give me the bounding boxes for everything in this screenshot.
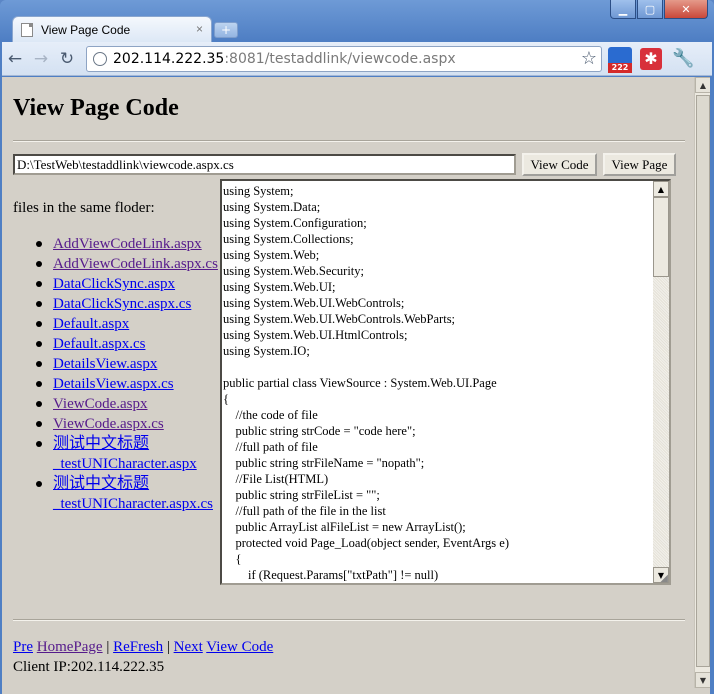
list-item: 测试中文标题 _testUNICharacter.aspx.cs bbox=[13, 474, 223, 514]
list-item: DataClickSync.aspx bbox=[13, 274, 223, 294]
file-link-line1: 测试中文标题 bbox=[53, 435, 150, 452]
file-link-line2: _testUNICharacter.aspx bbox=[53, 456, 197, 472]
top-divider bbox=[13, 140, 685, 142]
new-tab-button[interactable]: + bbox=[214, 22, 238, 38]
file-link[interactable]: AddViewCodeLink.aspx bbox=[53, 236, 202, 252]
minimize-button[interactable]: ▁ bbox=[610, 0, 636, 19]
file-link-unicode[interactable]: 测试中文标题 _testUNICharacter.aspx bbox=[53, 435, 197, 472]
footer-nav: Pre HomePage | ReFresh | Next View Code bbox=[13, 639, 273, 656]
url-host: 202.114.222.35 bbox=[113, 50, 225, 67]
view-code-link[interactable]: View Code bbox=[206, 639, 273, 655]
tab-view-page-code[interactable]: View Page Code × bbox=[12, 16, 212, 42]
forward-button[interactable]: → bbox=[28, 46, 54, 72]
close-window-button[interactable]: ✕ bbox=[664, 0, 708, 19]
client-ip-text: Client IP:202.114.222.35 bbox=[13, 659, 165, 675]
list-item: ViewCode.aspx.cs bbox=[13, 414, 223, 434]
bookmark-star-icon[interactable]: ☆ bbox=[581, 48, 597, 69]
view-code-button[interactable]: View Code bbox=[522, 153, 597, 176]
files-label: files in the same floder: bbox=[13, 200, 155, 216]
page-icon bbox=[21, 22, 33, 37]
list-item: 测试中文标题 _testUNICharacter.aspx bbox=[13, 434, 223, 474]
file-link[interactable]: DetailsView.aspx bbox=[53, 356, 157, 372]
file-link[interactable]: DetailsView.aspx.cs bbox=[53, 376, 174, 392]
list-item: DetailsView.aspx.cs bbox=[13, 374, 223, 394]
extension-asterisk-icon[interactable]: ✱ bbox=[640, 47, 662, 70]
file-link[interactable]: DataClickSync.aspx bbox=[53, 276, 175, 292]
list-item: AddViewCodeLink.aspx.cs bbox=[13, 254, 223, 274]
window-controls: ▁ ▢ ✕ bbox=[610, 0, 708, 20]
file-link-line2: _testUNICharacter.aspx.cs bbox=[53, 496, 213, 512]
extension-badge: 222 bbox=[608, 62, 632, 73]
reload-button[interactable]: ↻ bbox=[54, 46, 80, 72]
page-viewport: View Page Code D:\TestWeb\testaddlink\vi… bbox=[2, 77, 710, 694]
browser-toolbar: ← → ↻ 202.114.222.35:8081/testaddlink/vi… bbox=[2, 42, 712, 76]
address-bar[interactable]: 202.114.222.35:8081/testaddlink/viewcode… bbox=[86, 45, 602, 72]
file-link[interactable]: Default.aspx bbox=[53, 316, 129, 332]
browser-window: ▁ ▢ ✕ View Page Code × + ← → ↻ 202.114.2… bbox=[0, 0, 714, 694]
scroll-up-icon[interactable]: ▲ bbox=[653, 181, 669, 197]
refresh-link[interactable]: ReFresh bbox=[113, 639, 163, 655]
code-scrollbar[interactable]: ▲ ▼ bbox=[653, 181, 669, 583]
globe-icon bbox=[93, 51, 107, 66]
separator: | bbox=[106, 639, 110, 655]
code-textarea[interactable]: using System; using System.Data; using S… bbox=[220, 179, 671, 585]
code-content: using System; using System.Data; using S… bbox=[223, 184, 509, 582]
file-link[interactable]: AddViewCodeLink.aspx.cs bbox=[53, 256, 218, 272]
file-link-line1: 测试中文标题 bbox=[53, 475, 150, 492]
bottom-divider bbox=[13, 619, 685, 621]
file-link[interactable]: Default.aspx.cs bbox=[53, 336, 145, 352]
resize-grip-icon[interactable]: ◢ bbox=[660, 573, 668, 583]
file-link[interactable]: ViewCode.aspx.cs bbox=[53, 416, 164, 432]
page-scrollbar[interactable]: ▲ ▼ bbox=[694, 77, 710, 688]
extension-mail-icon[interactable]: 222 bbox=[608, 46, 632, 73]
list-item: Default.aspx bbox=[13, 314, 223, 334]
url-path: :8081/testaddlink/viewcode.aspx bbox=[224, 50, 456, 67]
page-title: View Page Code bbox=[13, 95, 179, 121]
list-item: Default.aspx.cs bbox=[13, 334, 223, 354]
tab-close-icon[interactable]: × bbox=[196, 22, 203, 36]
file-link[interactable]: ViewCode.aspx bbox=[53, 396, 148, 412]
page-scroll-up-icon[interactable]: ▲ bbox=[695, 77, 710, 93]
maximize-button[interactable]: ▢ bbox=[637, 0, 663, 19]
scroll-thumb[interactable] bbox=[653, 197, 669, 277]
page-scroll-thumb[interactable] bbox=[696, 95, 710, 667]
list-item: DataClickSync.aspx.cs bbox=[13, 294, 223, 314]
homepage-link[interactable]: HomePage bbox=[37, 639, 103, 655]
list-item: DetailsView.aspx bbox=[13, 354, 223, 374]
page-scroll-down-icon[interactable]: ▼ bbox=[695, 672, 710, 688]
file-list: AddViewCodeLink.aspx AddViewCodeLink.asp… bbox=[13, 234, 223, 514]
separator: | bbox=[166, 639, 170, 655]
file-link[interactable]: DataClickSync.aspx.cs bbox=[53, 296, 191, 312]
next-link[interactable]: Next bbox=[174, 639, 203, 655]
list-item: ViewCode.aspx bbox=[13, 394, 223, 414]
wrench-menu-icon[interactable]: 🔧 bbox=[672, 48, 694, 69]
tab-title: View Page Code bbox=[41, 22, 131, 37]
pre-link[interactable]: Pre bbox=[13, 639, 33, 655]
back-button[interactable]: ← bbox=[2, 46, 28, 72]
list-item: AddViewCodeLink.aspx bbox=[13, 234, 223, 254]
view-page-button[interactable]: View Page bbox=[603, 153, 676, 176]
file-link-unicode[interactable]: 测试中文标题 _testUNICharacter.aspx.cs bbox=[53, 475, 213, 512]
path-input[interactable]: D:\TestWeb\testaddlink\viewcode.aspx.cs bbox=[13, 154, 516, 175]
